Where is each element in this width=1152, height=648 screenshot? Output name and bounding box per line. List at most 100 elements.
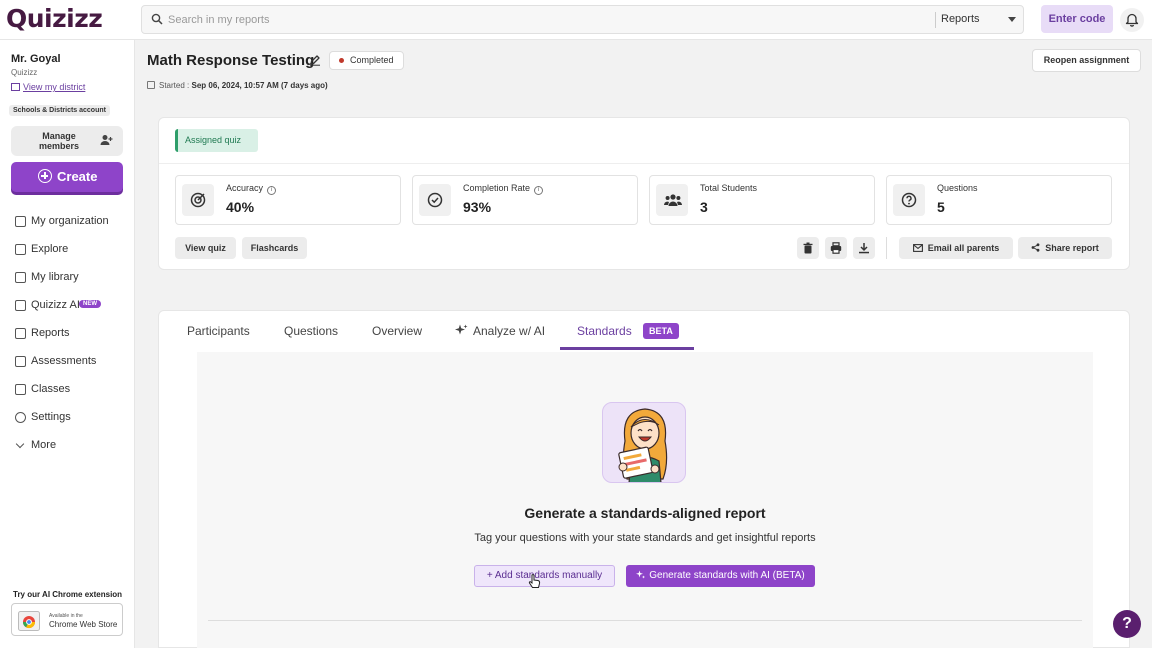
flashcards-button[interactable]: Flashcards	[242, 237, 307, 259]
share-icon	[1031, 243, 1040, 252]
sidebar-item-label: Reports	[31, 327, 70, 339]
create-label: Create	[57, 169, 98, 184]
plus-circle-icon	[38, 169, 52, 183]
chevron-down-icon[interactable]	[1008, 17, 1016, 22]
summary-card: Assigned quiz Accuracy i 40% Completion R…	[158, 117, 1130, 270]
sidebar-item-more[interactable]: More	[0, 432, 135, 460]
assessments-icon	[15, 356, 26, 367]
completion-rate-label: Completion Rate	[463, 183, 531, 193]
search-bar: Reports	[141, 5, 1024, 34]
enter-code-button[interactable]: Enter code	[1041, 5, 1113, 33]
standards-empty-state: Generate a standards-aligned report Tag …	[197, 352, 1093, 648]
edit-icon[interactable]	[309, 54, 321, 66]
delete-button[interactable]	[797, 237, 819, 259]
add-person-icon	[100, 135, 113, 145]
sidebar-item-label: My organization	[31, 215, 109, 227]
stat-total-students: Total Students 3	[649, 175, 875, 225]
chevron-down-icon	[15, 439, 25, 449]
account-type-badge: Schools & Districts account	[9, 105, 110, 116]
stat-value: 93%	[463, 199, 492, 215]
target-icon	[190, 192, 206, 208]
email-all-parents-button[interactable]: Email all parents	[899, 237, 1013, 259]
report-tabs-card: Participants Questions Overview Analyze …	[158, 310, 1130, 648]
sidebar-nav: My organization Explore My library Quizi…	[0, 208, 135, 460]
teacher-holding-report-illustration	[618, 408, 668, 482]
sparkle-icon	[15, 300, 26, 311]
organization-name: Quizizz	[11, 68, 38, 77]
tab-overview[interactable]: Overview	[372, 324, 422, 338]
generate-standards-ai-label: Generate standards with AI (BETA)	[649, 570, 805, 581]
sidebar-item-label: More	[31, 439, 57, 451]
email-all-parents-label: Email all parents	[927, 243, 1000, 253]
tab-questions[interactable]: Questions	[284, 324, 338, 338]
toolbar-divider	[886, 237, 887, 259]
share-report-button[interactable]: Share report	[1018, 237, 1112, 259]
sidebar: Mr. Goyal Quizizz View my district Schoo…	[0, 40, 135, 648]
stat-icon-box	[419, 184, 451, 216]
chrome-store-line1: Available in the	[49, 613, 83, 619]
sidebar-item-explore[interactable]: Explore	[0, 236, 135, 264]
accuracy-label: Accuracy	[226, 183, 264, 193]
tab-participants[interactable]: Participants	[187, 324, 250, 338]
started-label: Started :	[159, 81, 190, 90]
stat-icon-box	[656, 184, 688, 216]
sidebar-item-assessments[interactable]: Assessments	[0, 348, 135, 376]
sidebar-item-quizizz-ai[interactable]: Quizizz AI NEW	[0, 292, 135, 320]
active-tab-indicator	[560, 347, 694, 350]
sidebar-item-label: Settings	[31, 411, 71, 423]
check-circle-icon	[427, 192, 443, 208]
trash-icon	[803, 242, 813, 254]
search-icon	[151, 13, 163, 25]
gear-icon	[15, 412, 26, 423]
manage-members-button[interactable]: Manage members	[11, 126, 123, 156]
explore-icon	[15, 244, 26, 255]
notifications-button[interactable]	[1120, 8, 1144, 32]
sidebar-item-classes[interactable]: Classes	[0, 376, 135, 404]
organization-icon	[15, 216, 26, 227]
extension-promo-title: Try our AI Chrome extension	[13, 590, 123, 599]
stat-value: 3	[700, 199, 708, 215]
stat-questions: Questions 5	[886, 175, 1112, 225]
search-input[interactable]	[168, 11, 928, 29]
tab-analyze-ai-label: Analyze w/ AI	[473, 324, 546, 338]
classes-icon	[15, 384, 26, 395]
chrome-web-store-badge[interactable]: Available in the Chrome Web Store	[11, 603, 123, 636]
download-button[interactable]	[853, 237, 875, 259]
sidebar-item-label: Classes	[31, 383, 71, 395]
quizizz-logo[interactable]: Quizizz	[6, 4, 103, 33]
stat-label: Questions	[937, 183, 978, 193]
info-icon[interactable]: i	[534, 186, 544, 195]
reopen-assignment-button[interactable]: Reopen assignment	[1032, 49, 1141, 72]
sidebar-item-my-library[interactable]: My library	[0, 264, 135, 292]
print-button[interactable]	[825, 237, 847, 259]
chrome-icon	[18, 611, 40, 631]
district-icon	[11, 83, 20, 91]
stat-accuracy: Accuracy i 40%	[175, 175, 401, 225]
sidebar-item-reports[interactable]: Reports	[0, 320, 135, 348]
tab-standards[interactable]: Standards	[577, 324, 632, 338]
sidebar-item-settings[interactable]: Settings	[0, 404, 135, 432]
stat-icon-box	[893, 184, 925, 216]
generate-standards-ai-button[interactable]: Generate standards with AI (BETA)	[626, 565, 815, 587]
beta-badge: BETA	[643, 323, 679, 339]
tab-analyze-ai[interactable]: Analyze w/ AI	[455, 324, 545, 338]
top-bar: Quizizz Reports Enter code	[0, 0, 1152, 40]
search-scope-select[interactable]: Reports	[941, 13, 980, 25]
help-button[interactable]: ?	[1113, 610, 1141, 638]
question-icon	[901, 192, 917, 208]
new-badge: NEW	[79, 300, 101, 308]
view-quiz-button[interactable]: View quiz	[175, 237, 236, 259]
view-district-link[interactable]: View my district	[11, 82, 85, 92]
started-info: Started : Sep 06, 2024, 10:57 AM (7 days…	[147, 81, 328, 90]
create-button[interactable]: Create	[11, 162, 123, 192]
sidebar-item-label: Explore	[31, 243, 69, 255]
mail-icon	[912, 244, 923, 252]
add-standards-manually-button[interactable]: + Add standards manually	[474, 565, 615, 587]
search-divider	[935, 12, 936, 28]
hand-cursor-icon	[528, 574, 541, 588]
sidebar-item-label: My library	[31, 271, 79, 283]
sidebar-item-my-organization[interactable]: My organization	[0, 208, 135, 236]
info-icon[interactable]: i	[267, 186, 277, 195]
summary-divider	[159, 163, 1129, 164]
sparkle-icon	[636, 570, 646, 579]
